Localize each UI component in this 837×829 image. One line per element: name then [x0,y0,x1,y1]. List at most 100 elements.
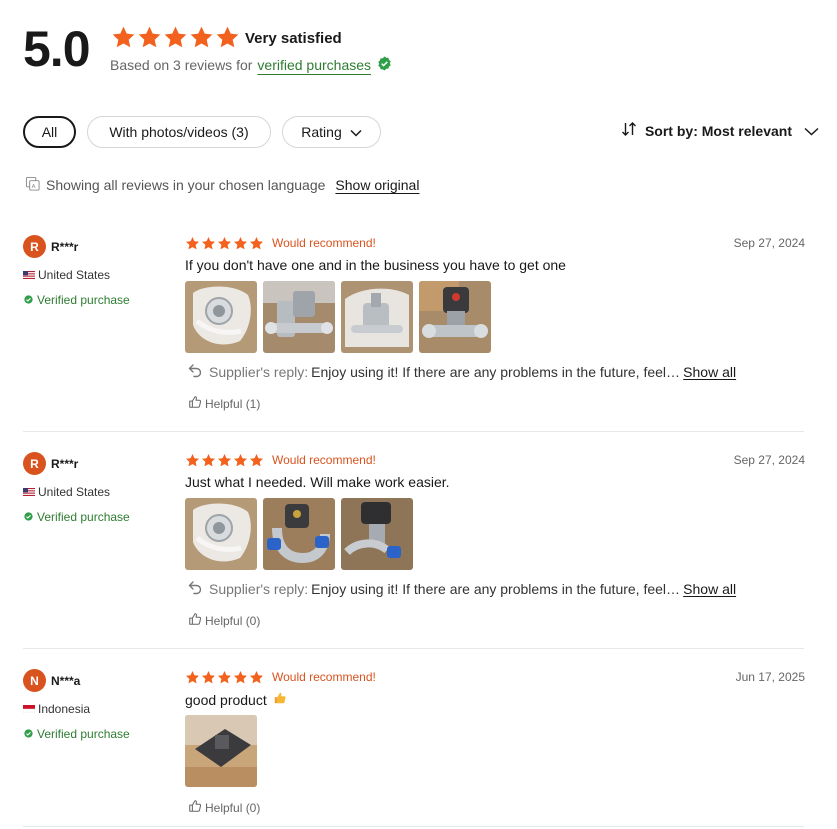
reviewer-name: R***r [51,240,79,254]
verified-label: Verified purchase [37,293,130,307]
summary-star-rating [111,25,240,50]
review-photo[interactable] [419,281,491,353]
reviews-basis: Based on 3 reviews for verified purchase… [110,56,392,74]
reviewer-name: R***r [51,457,79,471]
sort-icon [621,121,637,140]
star-icon [163,25,188,50]
supplier-reply: Supplier's reply: Enjoy using it! If the… [187,579,736,598]
star-icon [215,25,240,50]
star-icon [189,25,214,50]
us-flag-icon [23,268,35,282]
show-all-link[interactable]: Show all [683,581,736,597]
filter-rating-label: Rating [301,124,342,140]
filter-with-photos-label: With photos/videos (3) [109,124,249,140]
country-label: United States [38,485,111,499]
review-star-rating [185,670,264,685]
review-star-rating [185,236,264,251]
verified-purchase-badge: Verified purchase [24,727,130,741]
review-comment: good product [185,691,287,708]
avatar: R [23,235,46,258]
chevron-down-icon [350,124,362,140]
verified-purchase-badge: Verified purchase [24,510,130,524]
show-all-link[interactable]: Show all [683,364,736,380]
star-icon [201,453,216,468]
avatar: N [23,669,46,692]
review-photo[interactable] [263,281,335,353]
review-date: Sep 27, 2024 [733,236,805,250]
reviewer-country: Indonesia [22,702,91,716]
supplier-reply-text: Enjoy using it! If there are any problem… [311,363,683,380]
star-icon [217,670,232,685]
star-icon [233,670,248,685]
country-label: United States [38,268,111,282]
show-original-link[interactable]: Show original [335,177,419,193]
filter-all-label: All [41,124,58,140]
reply-arrow-icon [187,362,203,381]
filter-with-photos-button[interactable]: With photos/videos (3) [87,116,271,148]
thumbs-up-icon [188,612,202,629]
review-photo[interactable] [185,715,257,787]
review-star-rating [185,453,264,468]
helpful-button[interactable]: Helpful (1) [188,395,260,412]
check-circle-icon [24,727,33,741]
average-score: 5.0 [23,21,91,77]
review-comment-text: good product [185,691,267,708]
star-icon [137,25,162,50]
reply-arrow-icon [187,579,203,598]
verified-purchases-link[interactable]: verified purchases [257,57,371,73]
chevron-down-icon [804,123,819,139]
review-divider [23,431,804,432]
filter-rating-dropdown[interactable]: Rating [282,116,381,148]
review-comment: Just what I needed. Will make work easie… [185,474,450,490]
helpful-button[interactable]: Helpful (0) [188,612,260,629]
supplier-reply: Supplier's reply: Enjoy using it! If the… [187,362,736,381]
supplier-reply-label: Supplier's reply: [209,580,309,597]
reviewer-country: United States [23,268,110,282]
supplier-reply-label: Supplier's reply: [209,363,309,380]
review-photos [185,715,257,787]
review-date: Sep 27, 2024 [733,453,805,467]
svg-text:A: A [32,184,36,190]
reviewer-name: N***a [51,674,81,688]
sort-dropdown[interactable]: Sort by: Most relevant [621,121,819,140]
star-icon [185,670,200,685]
supplier-reply-text: Enjoy using it! If there are any problem… [311,580,683,597]
recommend-label: Would recommend! [272,453,376,467]
review-photo[interactable] [185,281,257,353]
recommend-label: Would recommend! [272,236,376,250]
helpful-button[interactable]: Helpful (0) [188,799,260,816]
review-photo[interactable] [341,281,413,353]
check-circle-icon [24,510,33,524]
verified-label: Verified purchase [37,510,130,524]
based-on-text: Based on 3 reviews for [110,57,253,73]
thumbs-up-icon [273,691,287,708]
verified-badge-icon [377,56,392,74]
star-icon [249,453,264,468]
helpful-label: Helpful (0) [205,800,261,815]
review-divider [23,648,804,649]
star-icon [201,236,216,251]
language-note: A Showing all reviews in your chosen lan… [25,176,419,194]
review-photos [185,498,413,570]
us-flag-icon [23,485,35,499]
id-flag-icon [22,702,36,716]
review-comment: If you don't have one and in the busines… [185,257,566,273]
thumbs-up-icon [188,799,202,816]
star-icon [201,670,216,685]
review-photo[interactable] [185,498,257,570]
sort-label: Sort by: Most relevant [644,122,792,139]
star-icon [249,670,264,685]
review-divider [23,826,804,827]
verified-purchase-badge: Verified purchase [24,293,130,307]
country-label: Indonesia [38,702,91,716]
filter-all-button[interactable]: All [23,116,76,148]
avatar: R [23,452,46,475]
star-icon [217,236,232,251]
language-note-text: Showing all reviews in your chosen langu… [46,177,326,193]
verified-label: Verified purchase [37,727,130,741]
recommend-label: Would recommend! [272,670,376,684]
translate-icon: A [25,176,40,194]
star-icon [249,236,264,251]
review-photo[interactable] [263,498,335,570]
review-photo[interactable] [341,498,413,570]
